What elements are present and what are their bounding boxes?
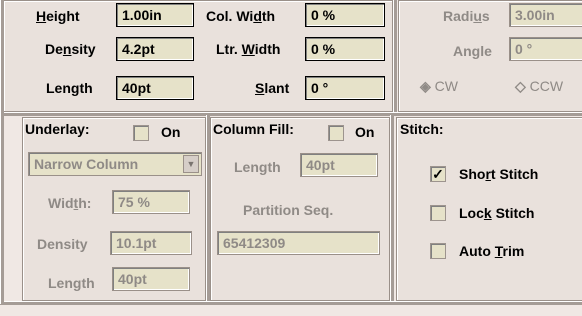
col-width-label: Col. Width	[206, 8, 276, 24]
auto-trim-checkbox[interactable]	[430, 243, 446, 259]
height-field[interactable]: 1.00in	[116, 3, 194, 27]
slant-field[interactable]: 0 °	[305, 76, 385, 100]
radius-label: Radius	[443, 8, 490, 24]
partition-seq-label: Partition Seq.	[243, 202, 334, 218]
column-fill-length-field[interactable]: 40pt	[300, 153, 378, 177]
height-label: Height	[36, 8, 80, 24]
underlay-on-label: On	[161, 124, 181, 140]
underlay-width-label: Width:	[48, 195, 92, 211]
column-fill-title: Column Fill:	[213, 121, 294, 137]
underlay-density-label: Density	[37, 236, 88, 252]
length-label: Length	[46, 80, 93, 96]
angle-label: Angle	[453, 43, 492, 59]
underlay-type-select[interactable]: Narrow Column ▼	[28, 152, 202, 176]
check-icon: ✓	[432, 166, 444, 182]
underlay-length-label: Length	[48, 275, 95, 291]
top-divider	[393, 0, 397, 112]
radio-unselected-icon: ◇	[515, 78, 526, 94]
stitch-title: Stitch:	[400, 121, 444, 137]
column-fill-divider	[390, 115, 394, 301]
short-stitch-checkbox[interactable]: ✓	[430, 166, 446, 182]
short-stitch-label[interactable]: Short Stitch	[459, 165, 538, 183]
cw-radio[interactable]: ◈ CW	[420, 77, 458, 95]
auto-trim-label[interactable]: Auto Trim	[459, 242, 524, 260]
underlay-length-field[interactable]: 40pt	[112, 267, 190, 291]
radio-selected-icon: ◈	[420, 78, 431, 94]
ltr-width-field[interactable]: 0 %	[305, 37, 385, 61]
slant-label: Slant	[255, 80, 290, 96]
underlay-density-field[interactable]: 10.1pt	[110, 231, 192, 255]
density-field[interactable]: 4.2pt	[116, 37, 194, 61]
angle-field[interactable]: 0 °	[509, 37, 582, 61]
column-fill-on-label: On	[355, 124, 375, 140]
column-fill-length-label: Length	[234, 159, 281, 175]
ccw-radio[interactable]: ◇ CCW	[515, 77, 563, 95]
lock-stitch-label[interactable]: Lock Stitch	[459, 204, 534, 222]
col-width-field[interactable]: 0 %	[305, 3, 385, 27]
underlay-title: Underlay:	[25, 121, 90, 137]
length-field[interactable]: 40pt	[116, 76, 194, 100]
left-border	[0, 0, 4, 304]
radius-field[interactable]: 3.00in	[509, 3, 582, 27]
chevron-down-icon[interactable]: ▼	[183, 155, 199, 173]
lock-stitch-checkbox[interactable]	[430, 205, 446, 221]
density-label: Density	[45, 41, 96, 57]
underlay-width-field[interactable]: 75 %	[112, 190, 190, 214]
ltr-width-label: Ltr. Width	[216, 41, 281, 57]
partition-seq-field[interactable]: 65412309	[217, 231, 380, 255]
bottom-border	[0, 301, 582, 305]
underlay-on-checkbox[interactable]	[133, 125, 149, 141]
column-fill-on-checkbox[interactable]	[328, 125, 344, 141]
section-divider	[0, 112, 582, 116]
